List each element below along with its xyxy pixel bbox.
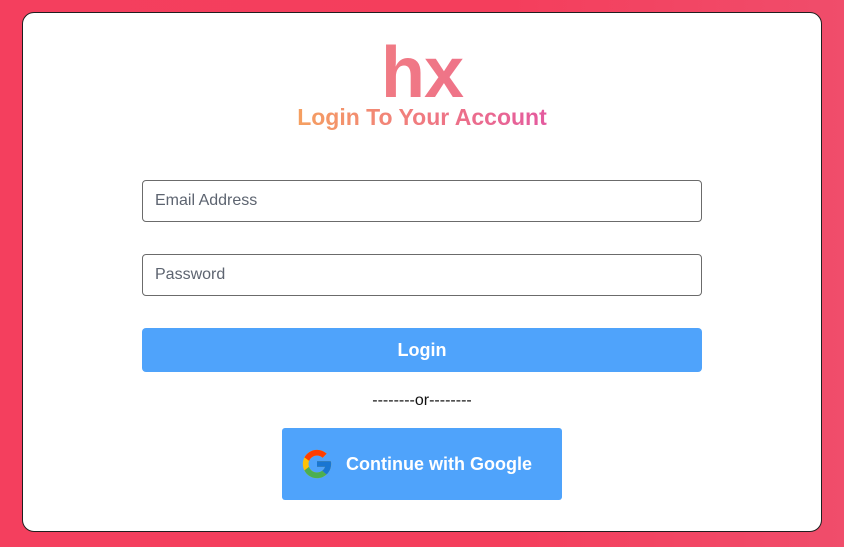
login-button[interactable]: Login	[142, 328, 702, 372]
email-field[interactable]	[142, 180, 702, 222]
google-signin-button[interactable]: Continue with Google	[282, 428, 562, 500]
page-title-text: Login To Your Account	[297, 104, 547, 130]
google-icon	[300, 447, 334, 481]
google-button-label: Continue with Google	[346, 453, 532, 474]
page-title: Login To Your Account	[23, 103, 821, 131]
login-card: hx Login To Your Account Login --------o…	[22, 12, 822, 532]
password-field[interactable]	[142, 254, 702, 296]
or-divider: --------or--------	[372, 392, 472, 409]
brand-logo: hx	[23, 37, 821, 109]
